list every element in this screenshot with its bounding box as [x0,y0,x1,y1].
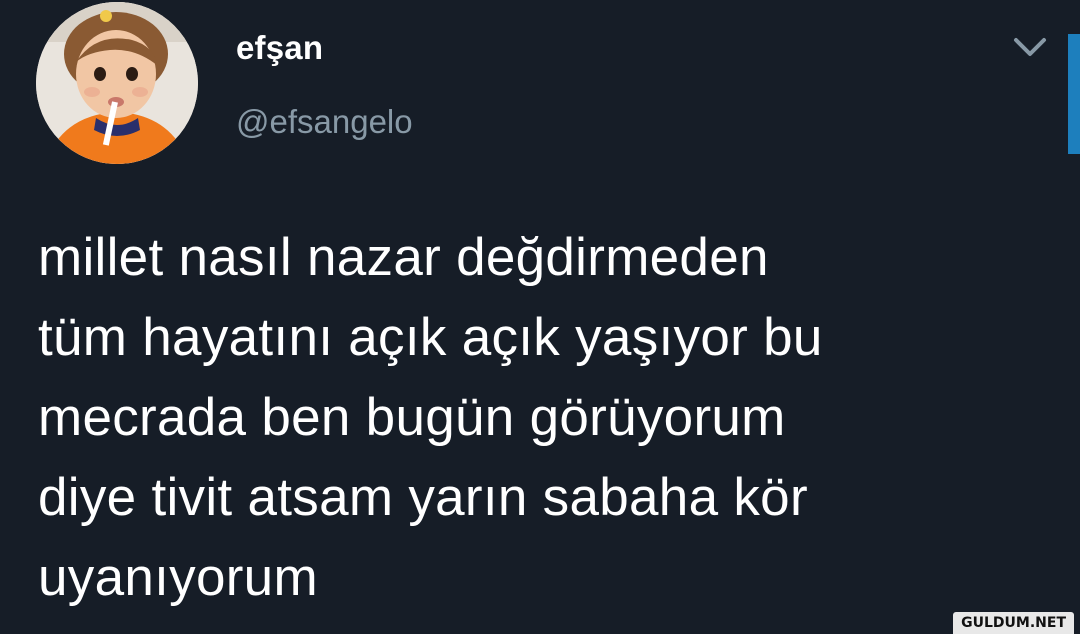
tweet-line: uyanıyorum [38,548,318,607]
tweet-line: mecrada ben bugün görüyorum [38,388,786,447]
tweet-line: tüm hayatını açık açık yaşıyor bu [38,308,823,367]
tweet-card: efşan @efsangelo millet nasıl nazar değd… [0,0,1080,634]
display-name[interactable]: efşan [236,28,323,68]
chevron-down-icon[interactable] [1010,34,1050,60]
accent-edge-bar [1068,34,1080,154]
tweet-line: millet nasıl nazar değdirmeden [38,228,769,287]
user-handle[interactable]: @efsangelo [236,102,413,142]
tweet-text: millet nasıl nazar değdirmeden tüm hayat… [38,218,1038,618]
child-avatar-icon [36,2,198,164]
tweet-line: diye tivit atsam yarın sabaha kör [38,468,808,527]
avatar[interactable] [36,2,198,164]
watermark: GULDUM.NET [953,612,1074,634]
